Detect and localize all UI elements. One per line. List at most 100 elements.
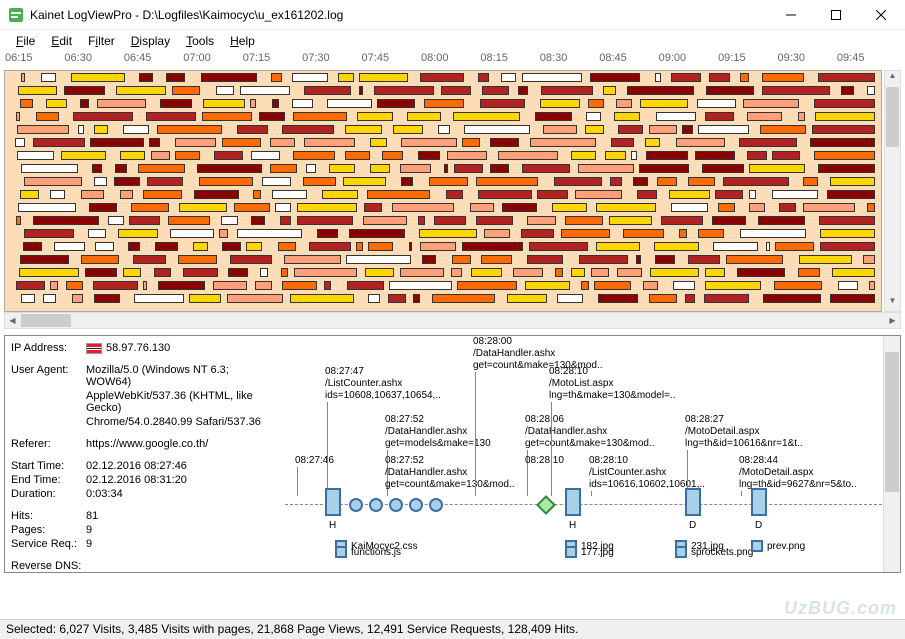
detail-vscrollbar[interactable] bbox=[883, 336, 900, 572]
visit-bar[interactable] bbox=[810, 138, 875, 147]
scroll-thumb[interactable] bbox=[21, 314, 71, 327]
visit-bar[interactable] bbox=[43, 294, 56, 303]
visit-bar[interactable] bbox=[304, 86, 351, 95]
request-callout[interactable]: 08:28:10/MotoList.aspxlng=th&make=130&mo… bbox=[549, 366, 675, 402]
visit-bar[interactable] bbox=[827, 190, 875, 199]
visit-bar[interactable] bbox=[20, 255, 69, 264]
visit-bar[interactable] bbox=[713, 242, 757, 251]
visit-bar[interactable] bbox=[457, 281, 517, 290]
visit-bar[interactable] bbox=[134, 294, 184, 303]
visit-bar[interactable] bbox=[346, 255, 411, 264]
visit-bar[interactable] bbox=[392, 203, 454, 212]
visit-bar[interactable] bbox=[78, 125, 84, 134]
visit-bar[interactable] bbox=[292, 99, 313, 108]
visit-bar[interactable] bbox=[359, 86, 363, 95]
visit-bar[interactable] bbox=[636, 255, 642, 264]
visit-bar[interactable] bbox=[709, 73, 730, 82]
visit-bar[interactable] bbox=[656, 112, 696, 121]
visit-bar[interactable] bbox=[617, 268, 643, 277]
visit-bar[interactable] bbox=[46, 99, 67, 108]
visit-bar[interactable] bbox=[557, 294, 583, 303]
visit-bar[interactable] bbox=[270, 138, 295, 147]
visit-bar[interactable] bbox=[297, 216, 353, 225]
visit-bar[interactable] bbox=[94, 125, 108, 134]
visit-bar[interactable] bbox=[737, 268, 785, 277]
menu-tools[interactable]: Tools bbox=[178, 32, 222, 50]
visit-bar[interactable] bbox=[138, 164, 185, 173]
visit-bar[interactable] bbox=[830, 177, 875, 186]
visit-bar[interactable] bbox=[20, 190, 39, 199]
visit-bar[interactable] bbox=[454, 164, 483, 173]
visit-bar[interactable] bbox=[476, 216, 514, 225]
visit-bar[interactable] bbox=[90, 138, 144, 147]
visit-bar[interactable] bbox=[540, 99, 580, 108]
visit-bar[interactable] bbox=[304, 138, 355, 147]
request-callout[interactable]: 08:27:52/DataHandler.ashxget=count&make=… bbox=[385, 455, 515, 491]
visit-bar[interactable] bbox=[234, 203, 270, 212]
visit-bar[interactable] bbox=[50, 281, 58, 290]
visit-bar[interactable] bbox=[160, 99, 192, 108]
visit-bar[interactable] bbox=[359, 73, 408, 82]
visit-bar[interactable] bbox=[530, 138, 596, 147]
visit-bar[interactable] bbox=[253, 190, 261, 199]
scroll-thumb[interactable] bbox=[886, 87, 899, 147]
menu-help[interactable]: Help bbox=[222, 32, 263, 50]
visit-bar[interactable] bbox=[400, 164, 431, 173]
visit-bar[interactable] bbox=[501, 73, 517, 82]
visit-bar[interactable] bbox=[129, 216, 160, 225]
visit-bar[interactable] bbox=[688, 255, 720, 264]
visit-bar[interactable] bbox=[297, 203, 356, 212]
visit-bar[interactable] bbox=[329, 164, 355, 173]
visit-bar[interactable] bbox=[151, 151, 169, 160]
visit-bar[interactable] bbox=[393, 125, 423, 134]
visit-bar[interactable] bbox=[521, 229, 554, 238]
visit-bar[interactable] bbox=[237, 125, 268, 134]
visit-bar[interactable] bbox=[21, 73, 25, 82]
visit-bar[interactable] bbox=[95, 242, 114, 251]
visit-bar[interactable] bbox=[370, 164, 391, 173]
visit-bar[interactable] bbox=[650, 268, 699, 277]
visit-bar[interactable] bbox=[81, 190, 103, 199]
visit-bar[interactable] bbox=[194, 190, 239, 199]
resource-legend[interactable]: 177.jpg bbox=[565, 546, 614, 558]
visit-bar[interactable] bbox=[309, 242, 352, 251]
visit-bar[interactable] bbox=[565, 216, 604, 225]
visit-bar[interactable] bbox=[33, 216, 99, 225]
visit-bar[interactable] bbox=[588, 99, 603, 108]
visit-bar[interactable] bbox=[72, 294, 83, 303]
visit-bar[interactable] bbox=[522, 164, 570, 173]
visit-bar[interactable] bbox=[281, 268, 288, 277]
visit-bar[interactable] bbox=[451, 268, 463, 277]
visit-bar[interactable] bbox=[170, 229, 214, 238]
visit-bar[interactable] bbox=[444, 164, 448, 173]
resource-legend[interactable]: prev.png bbox=[751, 540, 805, 552]
visit-bar[interactable] bbox=[518, 86, 527, 95]
visit-bar[interactable] bbox=[364, 203, 382, 212]
visit-bar[interactable] bbox=[179, 203, 227, 212]
visit-bar[interactable] bbox=[798, 268, 820, 277]
visit-bar[interactable] bbox=[251, 216, 265, 225]
visit-bar[interactable] bbox=[772, 190, 818, 199]
menu-file[interactable]: File bbox=[8, 32, 43, 50]
request-flow[interactable]: 08:27:4608:27:47/ListCounter.ashxids=106… bbox=[285, 336, 882, 572]
flow-node[interactable] bbox=[565, 488, 581, 516]
visit-bar[interactable] bbox=[502, 203, 537, 212]
scroll-down-icon[interactable]: ▼ bbox=[885, 296, 900, 311]
request-callout[interactable]: 08:28:44/MotoDetail.aspxlng=th&id=9627&n… bbox=[739, 455, 857, 491]
visit-bar[interactable] bbox=[216, 86, 234, 95]
visit-bar[interactable] bbox=[255, 281, 272, 290]
visit-bar[interactable] bbox=[434, 216, 465, 225]
visit-bar[interactable] bbox=[535, 112, 572, 121]
visit-bar[interactable] bbox=[661, 216, 703, 225]
visit-bar[interactable] bbox=[740, 229, 807, 238]
visit-bar[interactable] bbox=[623, 229, 664, 238]
visit-bar[interactable] bbox=[643, 281, 658, 290]
visit-bar[interactable] bbox=[401, 177, 413, 186]
scroll-up-icon[interactable]: ▲ bbox=[885, 71, 900, 86]
visit-bar[interactable] bbox=[605, 151, 626, 160]
flow-node[interactable] bbox=[325, 488, 341, 516]
visit-bar[interactable] bbox=[228, 268, 248, 277]
visit-bar[interactable] bbox=[270, 164, 297, 173]
visit-bar[interactable] bbox=[120, 190, 134, 199]
visit-bar[interactable] bbox=[637, 190, 658, 199]
